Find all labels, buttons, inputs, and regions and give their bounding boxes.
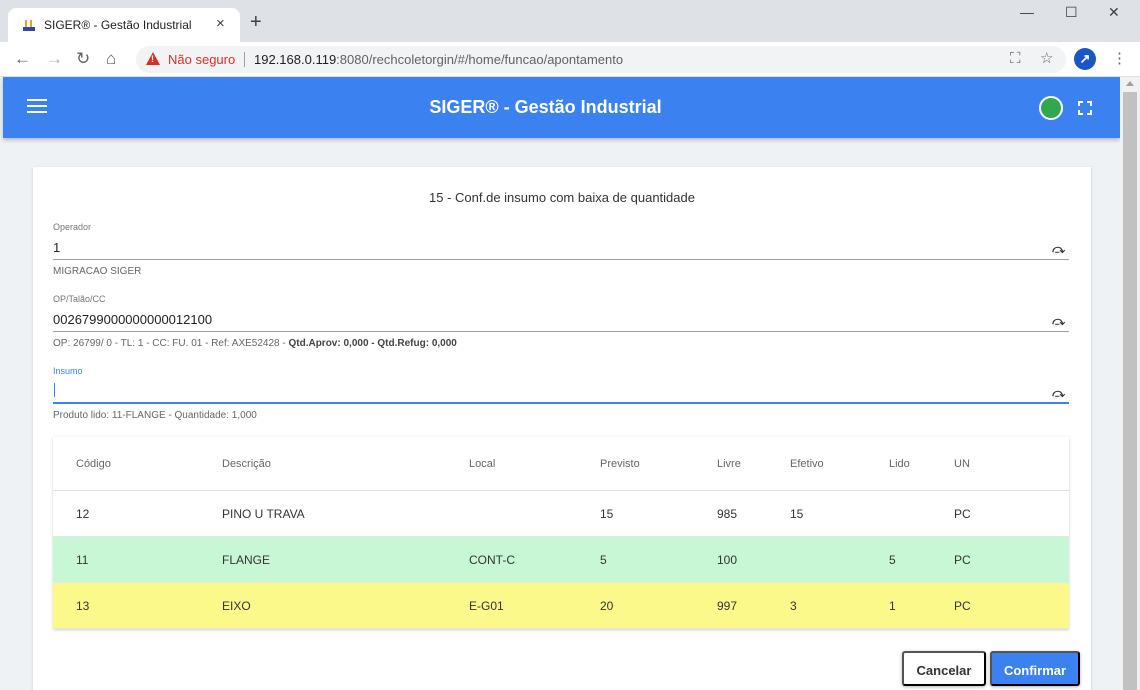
page-scrollbar[interactable] <box>1120 77 1140 690</box>
warning-icon[interactable] <box>146 52 160 65</box>
op-hint-text: OP: 26799/ 0 - TL: 1 - CC: FU. 01 - Ref:… <box>53 338 289 349</box>
cell-lido: 5 <box>889 553 896 567</box>
col-codigo[interactable]: Código <box>76 458 111 470</box>
bookmark-star-icon[interactable]: ☆ <box>1040 50 1053 68</box>
insumo-input[interactable]: ⤼ <box>53 378 1069 404</box>
op-hint: OP: 26799/ 0 - TL: 1 - CC: FU. 01 - Ref:… <box>53 338 1069 349</box>
op-hint-qty: Qtd.Aprov: 0,000 - Qtd.Refug: 0,000 <box>288 338 457 349</box>
translate-icon[interactable]: ⛶ <box>1010 50 1021 68</box>
table-row[interactable]: 13 EIXO E-G01 20 997 3 1 PC <box>53 583 1069 629</box>
url-text[interactable]: 192.168.0.119:8080/rechcoletorgin/#/home… <box>254 52 623 67</box>
confirm-button[interactable]: Confirmar <box>990 651 1080 686</box>
operador-input[interactable]: 1 ⤼ <box>53 234 1069 260</box>
url-path: :8080/rechcoletorgin/#/home/funcao/apont… <box>336 52 624 67</box>
op-label: OP/Talão/CC <box>53 294 106 304</box>
back-icon[interactable]: ← <box>14 49 31 69</box>
col-descricao[interactable]: Descrição <box>222 458 271 470</box>
maximize-button[interactable]: ☐ <box>1065 4 1078 21</box>
browser-tab[interactable]: SIGER® - Gestão Industrial × <box>8 8 240 42</box>
browser-toolbar: ← → ↻ ⌂ Não seguro 192.168.0.119:8080/re… <box>0 42 1140 77</box>
redo-icon[interactable]: ⤼ <box>1052 314 1065 329</box>
operador-value: 1 <box>53 240 61 255</box>
cell-codigo: 11 <box>76 553 89 567</box>
home-icon[interactable]: ⌂ <box>106 49 116 69</box>
cell-descricao: FLANGE <box>222 553 271 567</box>
form-title: 15 - Conf.de insumo com baixa de quantid… <box>429 190 695 205</box>
table-row[interactable]: 11 FLANGE CONT-C 5 100 5 PC <box>53 537 1069 583</box>
op-field: OP/Talão/CC 0026799000000000012100 ⤼ OP:… <box>53 294 1069 349</box>
col-previsto[interactable]: Previsto <box>600 458 640 470</box>
new-tab-button[interactable]: + <box>250 12 262 32</box>
redo-icon[interactable]: ⤼ <box>1052 242 1065 257</box>
operador-field: Operador 1 ⤼ MIGRACAO SIGER <box>53 222 1069 277</box>
address-bar[interactable]: Não seguro 192.168.0.119:8080/rechcoleto… <box>136 46 1066 73</box>
cell-livre: 997 <box>717 599 738 613</box>
profile-avatar[interactable]: ↗ <box>1074 48 1096 70</box>
cell-un: PC <box>954 553 971 567</box>
insumos-table: Código Descrição Local Previsto Livre Ef… <box>53 437 1069 629</box>
col-un[interactable]: UN <box>954 458 970 470</box>
op-value: 0026799000000000012100 <box>53 312 213 327</box>
cell-local: E-G01 <box>469 599 504 613</box>
col-local[interactable]: Local <box>469 458 495 470</box>
form-card: 15 - Conf.de insumo com baixa de quantid… <box>33 167 1091 690</box>
col-efetivo[interactable]: Efetivo <box>790 458 824 470</box>
cell-lido: 1 <box>889 599 896 613</box>
address-divider <box>244 52 245 67</box>
page-viewport: SIGER® - Gestão Industrial 15 - Conf.de … <box>0 77 1120 690</box>
siger-favicon-icon <box>23 20 35 31</box>
cell-local: CONT-C <box>469 553 515 567</box>
table-header: Código Descrição Local Previsto Livre Ef… <box>53 437 1069 491</box>
connection-status-icon <box>1039 96 1063 120</box>
cancel-button[interactable]: Cancelar <box>902 651 986 686</box>
insumo-hint: Produto lido: 11-FLANGE - Quantidade: 1,… <box>53 410 257 421</box>
cell-livre: 985 <box>717 507 738 521</box>
cell-un: PC <box>954 507 971 521</box>
operador-label: Operador <box>53 222 92 232</box>
op-input[interactable]: 0026799000000000012100 ⤼ <box>53 306 1069 332</box>
fullscreen-icon[interactable] <box>1078 101 1092 115</box>
security-status[interactable]: Não seguro <box>168 52 235 67</box>
text-caret <box>54 383 55 397</box>
cell-previsto: 20 <box>600 599 614 613</box>
scroll-up-icon[interactable] <box>1126 81 1134 86</box>
cell-codigo: 13 <box>76 599 90 613</box>
table-row[interactable]: 12 PINO U TRAVA 15 985 15 PC <box>53 491 1069 537</box>
reload-icon[interactable]: ↻ <box>76 49 90 69</box>
minimize-button[interactable]: — <box>1020 4 1034 20</box>
cell-livre: 100 <box>717 553 738 567</box>
scroll-thumb[interactable] <box>1123 92 1137 690</box>
cell-previsto: 5 <box>600 553 607 567</box>
cell-previsto: 15 <box>600 507 614 521</box>
col-lido[interactable]: Lido <box>889 458 910 470</box>
cell-codigo: 12 <box>76 507 90 521</box>
browser-tabstrip: SIGER® - Gestão Industrial × + — ☐ ✕ <box>0 0 1140 42</box>
cell-efetivo: 3 <box>790 599 797 613</box>
cell-efetivo: 15 <box>790 507 804 521</box>
redo-icon[interactable]: ⤼ <box>1052 386 1065 401</box>
insumo-label: Insumo <box>53 366 83 376</box>
app-title: SIGER® - Gestão Industrial <box>429 97 662 117</box>
tab-close-icon[interactable]: × <box>216 15 225 32</box>
cell-descricao: EIXO <box>222 599 251 613</box>
forward-icon[interactable]: → <box>46 49 63 69</box>
close-window-button[interactable]: ✕ <box>1108 4 1120 21</box>
cell-descricao: PINO U TRAVA <box>222 507 305 521</box>
col-livre[interactable]: Livre <box>717 458 741 470</box>
tab-title: SIGER® - Gestão Industrial <box>44 18 192 32</box>
app-header: SIGER® - Gestão Industrial <box>3 77 1120 138</box>
cell-un: PC <box>954 599 971 613</box>
insumo-field: Insumo ⤼ Produto lido: 11-FLANGE - Quant… <box>53 366 1069 421</box>
url-host: 192.168.0.119 <box>254 52 337 67</box>
operador-hint: MIGRACAO SIGER <box>53 266 142 277</box>
browser-menu-icon[interactable]: ⋮ <box>1112 50 1127 68</box>
